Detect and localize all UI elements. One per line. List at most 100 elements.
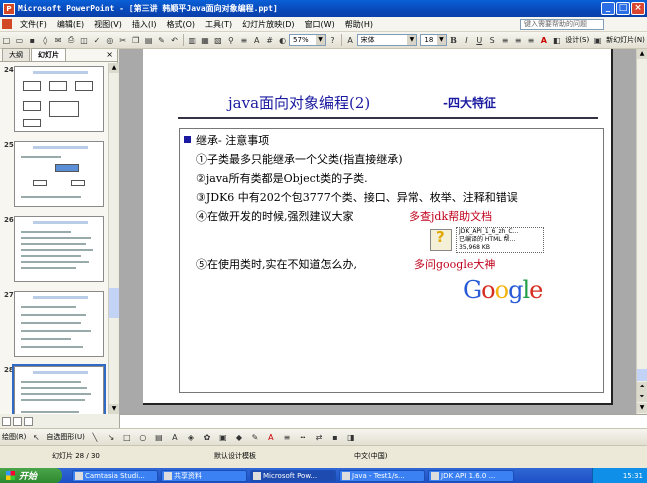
undo-icon[interactable]: ↶ <box>170 34 179 46</box>
new-icon[interactable]: □ <box>2 34 11 46</box>
design-icon[interactable]: ◧ <box>552 34 561 46</box>
menu-window[interactable]: 窗口(W) <box>300 19 340 30</box>
align-left-icon[interactable]: ≡ <box>501 34 510 46</box>
task-camtasia[interactable]: Camtasia Studi... <box>72 469 158 482</box>
zoom-select[interactable]: 57% ▼ <box>289 34 327 46</box>
minimize-button[interactable]: _ <box>601 2 615 15</box>
print-icon[interactable]: ⎙ <box>67 34 76 46</box>
draw-menu-button[interactable]: 绘图(R) <box>0 432 28 442</box>
shadow-style-icon[interactable]: ▪ <box>329 431 341 443</box>
menu-view[interactable]: 视图(V) <box>89 19 127 30</box>
open-icon[interactable]: ▭ <box>15 34 24 46</box>
slide-thumbnail[interactable] <box>14 216 104 282</box>
tab-slides[interactable]: 幻灯片 <box>31 48 66 61</box>
tab-outline[interactable]: 大纲 <box>2 48 30 61</box>
line-color-icon[interactable]: ✎ <box>249 431 261 443</box>
email-icon[interactable]: ✉ <box>54 34 63 46</box>
underline-button[interactable]: U <box>475 34 484 46</box>
slideshow-icon[interactable] <box>24 416 33 426</box>
next-slide-icon[interactable]: ⏷ <box>637 392 647 402</box>
scroll-up-icon[interactable]: ▲ <box>109 63 119 73</box>
maximize-button[interactable]: □ <box>616 2 630 15</box>
powerpoint-icon[interactable]: P <box>3 2 15 15</box>
close-icon[interactable]: × <box>106 50 113 59</box>
menu-tools[interactable]: 工具(T) <box>200 19 237 30</box>
clipart-icon[interactable]: ✿ <box>201 431 213 443</box>
slide-sorter-icon[interactable] <box>13 416 22 426</box>
font-size-select[interactable]: 18 ▼ <box>420 34 447 46</box>
notes-pane[interactable] <box>119 414 647 428</box>
slide-canvas[interactable]: java面向对象编程(2) -四大特征 继承- 注意事项 ①子类最多只能继承一个… <box>143 49 613 405</box>
menu-edit[interactable]: 编辑(E) <box>52 19 89 30</box>
menu-insert[interactable]: 插入(I) <box>127 19 162 30</box>
fill-color-icon[interactable]: ◆ <box>233 431 245 443</box>
thumbnail-scrollbar[interactable]: ▲ ▼ <box>108 63 119 414</box>
insert-hyperlink-icon[interactable]: ⚲ <box>226 34 235 46</box>
task-powerpoint[interactable]: Microsoft Pow... <box>250 469 336 482</box>
slide-thumbnail[interactable] <box>14 66 104 132</box>
cut-icon[interactable]: ✂ <box>118 34 127 46</box>
show-formatting-icon[interactable]: A <box>252 34 261 46</box>
slide-thumbnail[interactable] <box>14 141 104 207</box>
slide-scrollbar[interactable]: ▲ ⏶ ⏷ ▼ <box>636 49 647 414</box>
research-icon[interactable]: ◎ <box>105 34 114 46</box>
align-center-icon[interactable]: ≡ <box>514 34 523 46</box>
help-search-input[interactable]: 键入需要帮助的问题 <box>520 19 604 30</box>
permission-icon[interactable]: ◊ <box>41 34 50 46</box>
document-icon[interactable] <box>2 19 12 29</box>
scroll-down-icon[interactable]: ▼ <box>637 403 647 413</box>
bold-button[interactable]: B <box>449 34 458 46</box>
rectangle-icon[interactable]: □ <box>121 431 133 443</box>
task-jdk-api[interactable]: JDK API 1.6.0 ... <box>428 469 514 482</box>
spelling-icon[interactable]: ✓ <box>92 34 101 46</box>
arrow-icon[interactable]: ↘ <box>105 431 117 443</box>
line-style-icon[interactable]: ≡ <box>281 431 293 443</box>
jdk-chm-file[interactable]: ? JDK_API_1_6_zh_C... 已编译的 HTML 帮... 35,… <box>430 227 545 255</box>
select-pointer-icon[interactable]: ↖ <box>30 431 42 443</box>
task-shared-files[interactable]: 共享资料 <box>161 469 247 482</box>
normal-view-icon[interactable] <box>2 416 11 426</box>
new-slide-button[interactable]: 新幻灯片(N) <box>604 35 647 45</box>
menu-help[interactable]: 帮助(H) <box>340 19 378 30</box>
dash-style-icon[interactable]: ┅ <box>297 431 309 443</box>
align-right-icon[interactable]: ≡ <box>527 34 536 46</box>
insert-table-icon[interactable]: ▦ <box>201 34 210 46</box>
textbox-icon[interactable]: ▤ <box>153 431 165 443</box>
task-java-eclipse[interactable]: Java - Test1/s... <box>339 469 425 482</box>
insert-chart-icon[interactable]: ▥ <box>188 34 197 46</box>
scroll-down-icon[interactable]: ▼ <box>109 404 119 414</box>
diagram-icon[interactable]: ◈ <box>185 431 197 443</box>
slide-subtitle[interactable]: -四大特征 <box>443 94 496 111</box>
print-preview-icon[interactable]: ◫ <box>80 34 89 46</box>
slide-content-box[interactable]: 继承- 注意事项 ①子类最多只能继承一个父类(指直接继承) ②java所有类都是… <box>179 128 604 393</box>
menu-format[interactable]: 格式(O) <box>161 19 200 30</box>
slide-thumbnail[interactable] <box>14 291 104 357</box>
font-color-icon[interactable]: A <box>539 34 548 46</box>
shadow-icon[interactable]: S <box>488 34 497 46</box>
font-color-icon[interactable]: A <box>265 431 277 443</box>
previous-slide-icon[interactable]: ⏶ <box>637 382 647 392</box>
scroll-up-icon[interactable]: ▲ <box>637 49 647 59</box>
tables-borders-icon[interactable]: ▧ <box>214 34 223 46</box>
autoshapes-button[interactable]: 自选图形(U) <box>44 432 87 442</box>
oval-icon[interactable]: ○ <box>137 431 149 443</box>
scroll-thumb[interactable] <box>109 288 119 318</box>
italic-button[interactable]: I <box>462 34 471 46</box>
design-button[interactable]: 设计(S) <box>563 35 591 45</box>
menu-slideshow[interactable]: 幻灯片放映(D) <box>237 19 299 30</box>
expand-all-icon[interactable]: ≡ <box>239 34 248 46</box>
start-button[interactable]: 开始 <box>0 468 62 483</box>
save-icon[interactable]: ▪ <box>28 34 37 46</box>
font-select[interactable]: 宋体 ▼ <box>356 34 418 46</box>
grid-icon[interactable]: # <box>265 34 274 46</box>
slide-title[interactable]: java面向对象编程(2) <box>228 92 370 113</box>
scroll-thumb[interactable] <box>637 369 647 381</box>
picture-icon[interactable]: ▣ <box>217 431 229 443</box>
arrow-style-icon[interactable]: ⇄ <box>313 431 325 443</box>
copy-icon[interactable]: ❐ <box>131 34 140 46</box>
paste-icon[interactable]: ▤ <box>144 34 153 46</box>
help-icon[interactable]: ? <box>328 34 337 46</box>
format-painter-icon[interactable]: ✎ <box>157 34 166 46</box>
new-slide-icon[interactable]: ▣ <box>593 34 602 46</box>
3d-style-icon[interactable]: ◨ <box>345 431 357 443</box>
